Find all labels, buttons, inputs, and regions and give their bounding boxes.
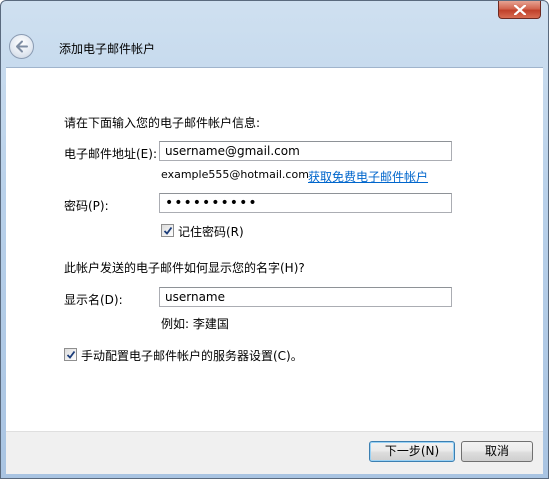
navigation-bar: 添加电子邮件帐户 [6,31,543,67]
close-icon [514,5,526,15]
title-bar[interactable] [1,1,548,25]
next-button[interactable]: 下一步(N) [369,441,455,462]
display-name-label: 显示名(D): [64,293,123,307]
remember-password-checkbox[interactable] [161,224,174,237]
display-name-input[interactable]: username [159,287,452,307]
email-address-input[interactable]: username@gmail.com [159,141,452,161]
manual-config-checkbox[interactable] [64,348,77,361]
password-label: 密码(P): [64,199,109,213]
close-button[interactable] [498,1,541,19]
back-button[interactable] [9,34,34,59]
manual-config-label[interactable]: 手动配置电子邮件帐户的服务器设置(C)。 [81,347,303,364]
cancel-button[interactable]: 取消 [461,441,533,462]
window-title: 添加电子邮件帐户 [59,42,156,56]
get-free-email-account-link[interactable]: 获取免费电子邮件帐户 [308,168,428,185]
intro-text: 请在下面输入您的电子邮件帐户信息: [64,116,261,130]
back-arrow-icon [16,40,28,53]
email-label: 电子邮件地址(E): [64,147,157,161]
password-input[interactable]: •••••••••• [159,193,452,213]
checkmark-icon [66,350,76,359]
checkmark-icon [163,226,173,235]
content-panel: 请在下面输入您的电子邮件帐户信息: 电子邮件地址(E): username@gm… [6,67,543,432]
display-name-example: 例如: 李建国 [161,317,229,331]
display-name-question: 此帐户发送的电子邮件如何显示您的名字(H)? [64,261,305,275]
button-bar: 下一步(N) 取消 [6,431,543,474]
email-example-text: example555@hotmail.com [161,168,309,181]
add-email-account-window: 添加电子邮件帐户 请在下面输入您的电子邮件帐户信息: 电子邮件地址(E): us… [0,0,549,479]
remember-password-label[interactable]: 记住密码(R) [178,223,244,240]
